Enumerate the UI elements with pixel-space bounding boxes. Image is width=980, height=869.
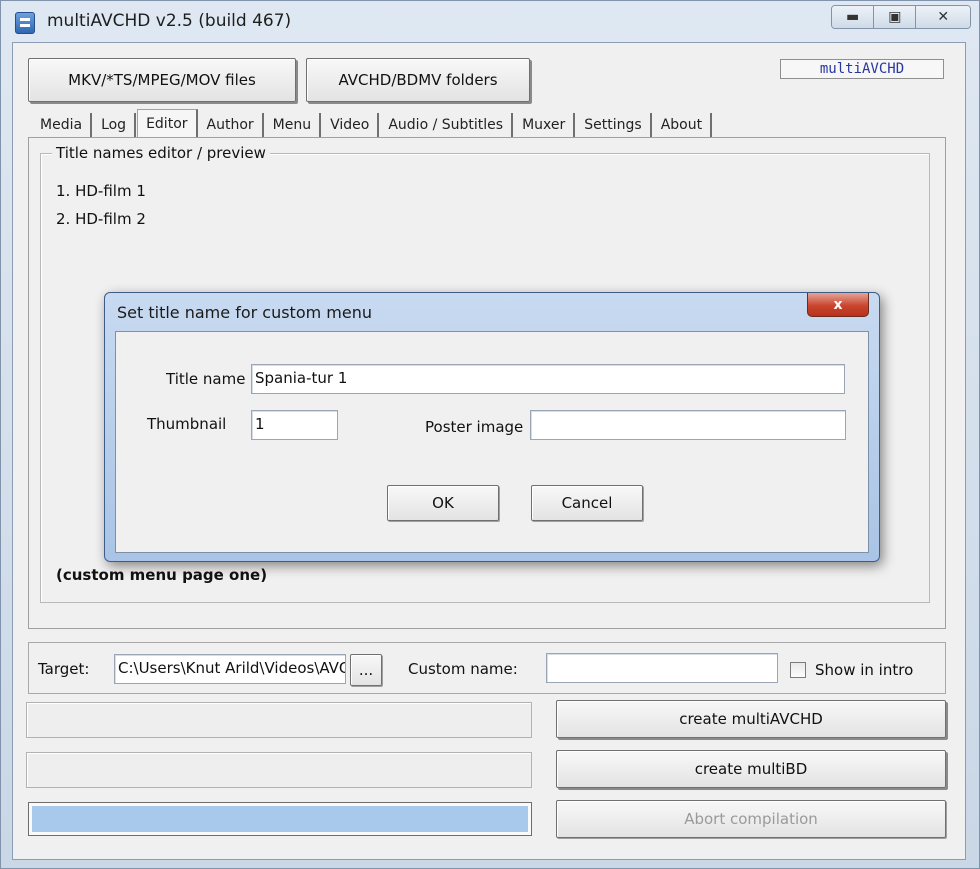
tab-settings[interactable]: Settings xyxy=(576,113,652,137)
ok-button[interactable]: OK xyxy=(387,485,499,521)
tab-editor[interactable]: Editor xyxy=(137,109,198,137)
custom-name-input[interactable] xyxy=(546,653,778,683)
target-path-input[interactable]: C:\Users\Knut Arild\Videos\AVC xyxy=(114,654,346,684)
maximize-button[interactable]: ▣ xyxy=(873,6,916,28)
show-in-intro-checkbox[interactable] xyxy=(790,662,806,678)
tab-menu[interactable]: Menu xyxy=(264,113,322,137)
avchd-folders-button[interactable]: AVCHD/BDMV folders xyxy=(306,58,530,102)
browse-button[interactable]: ... xyxy=(350,654,382,686)
thumbnail-input[interactable]: 1 xyxy=(251,410,338,440)
custom-name-label: Custom name: xyxy=(408,660,518,678)
progress-fill xyxy=(32,806,528,832)
app-icon[interactable] xyxy=(15,12,35,34)
progress-bar xyxy=(28,802,532,836)
create-multibd-button[interactable]: create multiBD xyxy=(556,750,946,788)
tab-about[interactable]: About xyxy=(652,113,713,137)
create-multiavchd-button[interactable]: create multiAVCHD xyxy=(556,700,946,738)
target-label: Target: xyxy=(38,660,90,678)
tab-log[interactable]: Log xyxy=(93,113,137,137)
status-panel xyxy=(26,702,532,738)
mkv-files-button[interactable]: MKV/*TS/MPEG/MOV files xyxy=(28,58,296,102)
tab-author[interactable]: Author xyxy=(198,113,264,137)
caption-buttons: ▬ ▣ ✕ xyxy=(831,5,971,29)
cancel-button[interactable]: Cancel xyxy=(531,485,643,521)
tab-strip: Media Log Editor Author Menu Video Audio… xyxy=(32,109,713,137)
title-list-item[interactable]: 1. HD-film 1 xyxy=(56,182,146,200)
show-in-intro-label: Show in intro xyxy=(815,661,914,679)
close-icon: ✕ xyxy=(937,9,950,25)
title-name-dialog: Set title name for custom menu x Title n… xyxy=(104,292,880,562)
title-bar[interactable]: multiAVCHD v2.5 (build 467) ▬ ▣ ✕ xyxy=(1,1,979,43)
custom-menu-page-label: (custom menu page one) xyxy=(56,566,268,584)
tab-muxer[interactable]: Muxer xyxy=(514,113,576,137)
minimize-icon: ▬ xyxy=(845,9,860,25)
tab-audio-subtitles[interactable]: Audio / Subtitles xyxy=(380,113,514,137)
abort-compilation-button[interactable]: Abort compilation xyxy=(556,800,946,838)
title-name-label: Title name xyxy=(166,370,246,388)
dialog-body: Title name Spania-tur 1 Thumbnail 1 Post… xyxy=(115,331,869,553)
window-title: multiAVCHD v2.5 (build 467) xyxy=(47,11,292,31)
minimize-button[interactable]: ▬ xyxy=(832,6,874,28)
title-name-input[interactable]: Spania-tur 1 xyxy=(251,364,845,394)
dialog-title: Set title name for custom menu xyxy=(117,303,372,322)
dialog-close-button[interactable]: x xyxy=(807,293,869,317)
status-panel xyxy=(26,752,532,788)
thumbnail-label: Thumbnail xyxy=(147,415,227,433)
tab-media[interactable]: Media xyxy=(32,113,93,137)
group-title: Title names editor / preview xyxy=(52,144,270,162)
brand-label: multiAVCHD xyxy=(780,59,944,79)
tab-video[interactable]: Video xyxy=(322,113,380,137)
maximize-icon: ▣ xyxy=(888,9,902,25)
poster-image-label: Poster image xyxy=(425,418,524,436)
close-button[interactable]: ✕ xyxy=(915,6,970,28)
title-list-item[interactable]: 2. HD-film 2 xyxy=(56,210,146,228)
poster-image-input[interactable] xyxy=(530,410,846,440)
close-icon: x xyxy=(833,296,843,313)
